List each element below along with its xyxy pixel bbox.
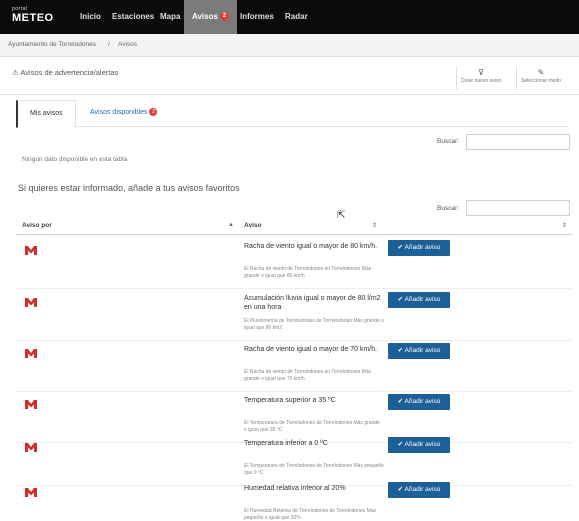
alert-title: Racha de viento igual o mayor de 70 km/h… [244, 346, 378, 353]
search-input-2[interactable] [466, 200, 570, 216]
add-alert-button[interactable]: ✔ Añadir aviso [388, 437, 450, 453]
pencil-icon: ✎ [537, 68, 545, 77]
nav-avisos-label: Avisos [192, 12, 218, 21]
column-header-alert[interactable]: Aviso [244, 222, 261, 229]
alert-title: Temperatura inferior a 0 ºC [244, 440, 328, 447]
sort-icon[interactable]: ⇕ [372, 222, 377, 229]
meteo-m-logo-icon [25, 298, 37, 307]
nav-avisos-badge: 2 [219, 12, 229, 22]
table-header: Aviso por ▲ Aviso ⇕ ⇕ [16, 220, 572, 235]
alert-description: El Temperatura de Torrelodones de Torrel… [244, 420, 380, 433]
tab-available-badge: 2 [149, 108, 158, 117]
empty-table-message: Ningún dato disponible en esta tabla [22, 156, 128, 163]
table-row: Temperatura inferior a 0 ºC El Temperatu… [16, 437, 572, 486]
add-alert-button[interactable]: ✔ Añadir aviso [388, 394, 450, 410]
logo-top-text: portal [12, 6, 28, 12]
add-alert-button[interactable]: ✔ Añadir aviso [388, 482, 450, 498]
nav-avisos[interactable]: Avisos 2 [184, 0, 237, 34]
alert-description: El Racha de viento de Torrelodones en To… [244, 369, 372, 382]
nav-estaciones[interactable]: Estaciones [112, 0, 154, 34]
meteo-m-logo-icon [25, 488, 37, 497]
select-mode-label: Seleccionar modo [520, 78, 562, 84]
breadcrumb: Ayuntamiento de Torrelodones / Avisos [0, 34, 579, 57]
nav-informes[interactable]: Informes [240, 0, 274, 34]
nav-inicio[interactable]: Inicio [80, 0, 101, 34]
alert-description: El Humedad Relativa de Torrelodones de T… [244, 508, 377, 521]
search-label: Buscar: [437, 138, 460, 145]
alert-description: El Pluviometría de Torrelodones de Torre… [244, 318, 384, 331]
table-row: Racha de viento igual o mayor de 70 km/h… [16, 343, 572, 392]
top-navbar: portal METEO Inicio Estaciones Mapa Avis… [0, 0, 579, 34]
add-alert-button[interactable]: ✔ Añadir aviso [388, 292, 450, 308]
nav-radar[interactable]: Radar [285, 0, 308, 34]
table-row: Temperatura superior a 35 ºC El Temperat… [16, 394, 572, 443]
create-alert-button[interactable]: ⊽ Crear nuevo aviso [456, 66, 505, 90]
add-alert-button[interactable]: ✔ Añadir aviso [388, 343, 450, 359]
table-row: Racha de viento igual o mayor de 80 km/h… [16, 240, 572, 289]
site-logo[interactable]: portal METEO [12, 6, 54, 28]
section-title-text: Avisos de advertencia/alertas [20, 68, 119, 77]
alert-description: El Temperatura de Torrelodones de Torrel… [244, 463, 384, 476]
sort-asc-icon[interactable]: ▲ [228, 222, 234, 228]
sort-icon-actions[interactable]: ⇕ [562, 222, 567, 229]
favorites-heading: Si quieres estar informado, añade a tus … [18, 183, 240, 193]
alert-title: Humedad relativa inferior al 20% [244, 485, 346, 492]
section-title: ⚠ Avisos de advertencia/alertas [12, 68, 118, 77]
alert-title: Acumulación lluvia igual o mayor de 80 l… [244, 295, 381, 311]
meteo-m-logo-icon [25, 443, 37, 452]
column-header-source[interactable]: Aviso por [22, 222, 52, 229]
section-header: ⚠ Avisos de advertencia/alertas ⊽ Crear … [0, 58, 579, 95]
meteo-m-logo-icon [25, 400, 37, 409]
create-alert-label: Crear nuevo aviso [460, 78, 502, 84]
filter-icon: ⊽ [478, 68, 484, 77]
tab-available-label: Avisos disponibles [90, 109, 148, 116]
meteo-m-logo-icon [25, 349, 37, 358]
alert-tabs: Mis avisos Avisos disponibles 2 [16, 100, 568, 128]
meteo-m-logo-icon [25, 246, 37, 255]
breadcrumb-separator: / [108, 41, 110, 48]
search-label-2: Buscar: [437, 205, 460, 212]
nav-mapa[interactable]: Mapa [160, 0, 180, 34]
alert-description: El Racha de viento de Torrelodones en To… [244, 266, 372, 279]
tab-mis-avisos[interactable]: Mis avisos [16, 100, 76, 128]
select-mode-button[interactable]: ✎ Seleccionar modo [516, 66, 565, 90]
table-row: Humedad relativa inferior al 20% El Hume… [16, 482, 572, 521]
alert-title: Temperatura superior a 35 ºC [244, 397, 336, 404]
add-alert-button[interactable]: ✔ Añadir aviso [388, 240, 450, 256]
breadcrumb-parent[interactable]: Ayuntamiento de Torrelodones [8, 34, 96, 56]
logo-main-text: METEO [12, 12, 54, 24]
table-row: Acumulación lluvia igual o mayor de 80 l… [16, 292, 572, 341]
search-input[interactable] [466, 134, 570, 150]
warning-icon: ⚠ [12, 68, 19, 77]
breadcrumb-current: Avisos [118, 41, 138, 48]
tab-avisos-disponibles[interactable]: Avisos disponibles 2 [90, 100, 158, 126]
alert-title: Racha de viento igual o mayor de 80 km/h… [244, 243, 378, 250]
